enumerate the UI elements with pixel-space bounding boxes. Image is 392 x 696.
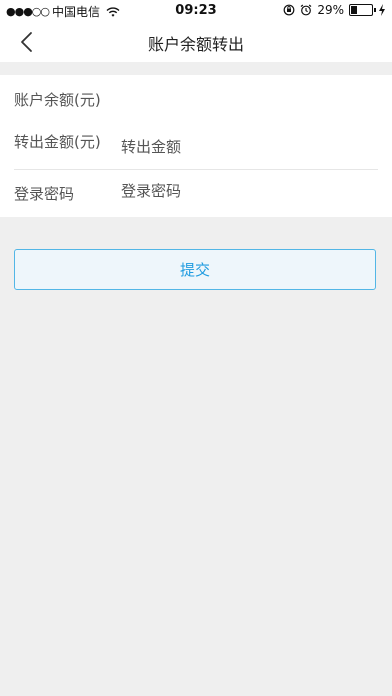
withdraw-form: 账户余额(元) 转出金额(元) 登录密码 — [0, 75, 392, 217]
status-bar: ●●●○○ 中国电信 09:23 29% — [0, 0, 392, 22]
status-right: 29% — [283, 3, 386, 17]
charging-bolt-icon — [379, 4, 385, 16]
page-title: 账户余额转出 — [147, 35, 244, 54]
amount-label: 转出金额(元) — [14, 133, 101, 151]
amount-row: 转出金额(元) — [14, 122, 381, 170]
balance-row: 账户余额(元) — [14, 75, 378, 122]
submit-button[interactable]: 提交 — [14, 249, 376, 290]
battery-icon — [349, 4, 376, 16]
battery-nub — [374, 8, 376, 12]
nav-bar: 账户余额转出 — [0, 22, 392, 62]
orientation-lock-icon — [283, 4, 295, 16]
password-row: 登录密码 — [14, 169, 381, 216]
battery-fill — [351, 6, 357, 14]
password-input[interactable] — [121, 179, 381, 203]
amount-input[interactable] — [121, 135, 381, 159]
balance-label: 账户余额(元) — [14, 91, 101, 109]
battery-percentage: 29% — [317, 3, 344, 17]
alarm-icon — [300, 4, 312, 16]
password-label: 登录密码 — [14, 185, 75, 203]
